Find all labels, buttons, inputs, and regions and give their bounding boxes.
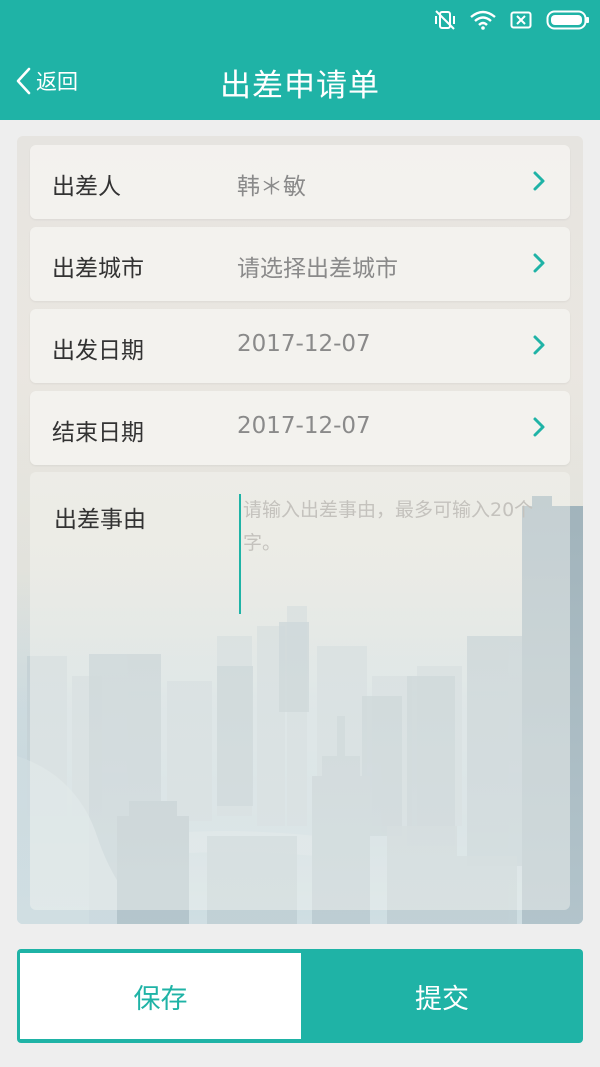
traveler-label: 出差人 xyxy=(52,174,121,200)
vibrate-off-icon xyxy=(435,10,455,30)
departure-date-label: 出发日期 xyxy=(52,338,144,364)
trip-reason-section: 出差事由 xyxy=(30,472,570,910)
chevron-right-icon xyxy=(533,171,545,191)
departure-date-value: 2017-12-07 xyxy=(237,331,371,357)
chevron-right-icon xyxy=(533,417,545,437)
status-bar xyxy=(0,0,600,40)
end-date-field[interactable]: 结束日期 2017-12-07 xyxy=(30,391,570,465)
form-card: 出差人 韩＊敏 出差城市 请选择出差城市 出发日期 2017-12-07 结束日… xyxy=(17,136,583,924)
nav-header: 返回 出差申请单 xyxy=(0,40,600,120)
trip-reason-label: 出差事由 xyxy=(54,507,146,533)
no-sim-icon xyxy=(510,11,532,29)
wifi-icon xyxy=(470,10,496,30)
destination-city-label: 出差城市 xyxy=(52,256,144,282)
battery-icon xyxy=(546,10,589,30)
destination-city-value: 请选择出差城市 xyxy=(237,256,398,282)
traveler-field[interactable]: 出差人 韩＊敏 xyxy=(30,145,570,219)
end-date-label: 结束日期 xyxy=(52,420,144,446)
departure-date-field[interactable]: 出发日期 2017-12-07 xyxy=(30,309,570,383)
trip-reason-input[interactable] xyxy=(239,494,549,614)
action-bar: 保存 提交 xyxy=(17,949,583,1043)
chevron-right-icon xyxy=(533,253,545,273)
page-title: 出差申请单 xyxy=(220,68,380,104)
traveler-value: 韩＊敏 xyxy=(237,174,306,200)
end-date-value: 2017-12-07 xyxy=(237,413,371,439)
submit-button[interactable]: 提交 xyxy=(301,949,583,1043)
destination-city-field[interactable]: 出差城市 请选择出差城市 xyxy=(30,227,570,301)
chevron-right-icon xyxy=(533,335,545,355)
save-button[interactable]: 保存 xyxy=(20,953,301,1039)
status-icons xyxy=(434,8,590,32)
